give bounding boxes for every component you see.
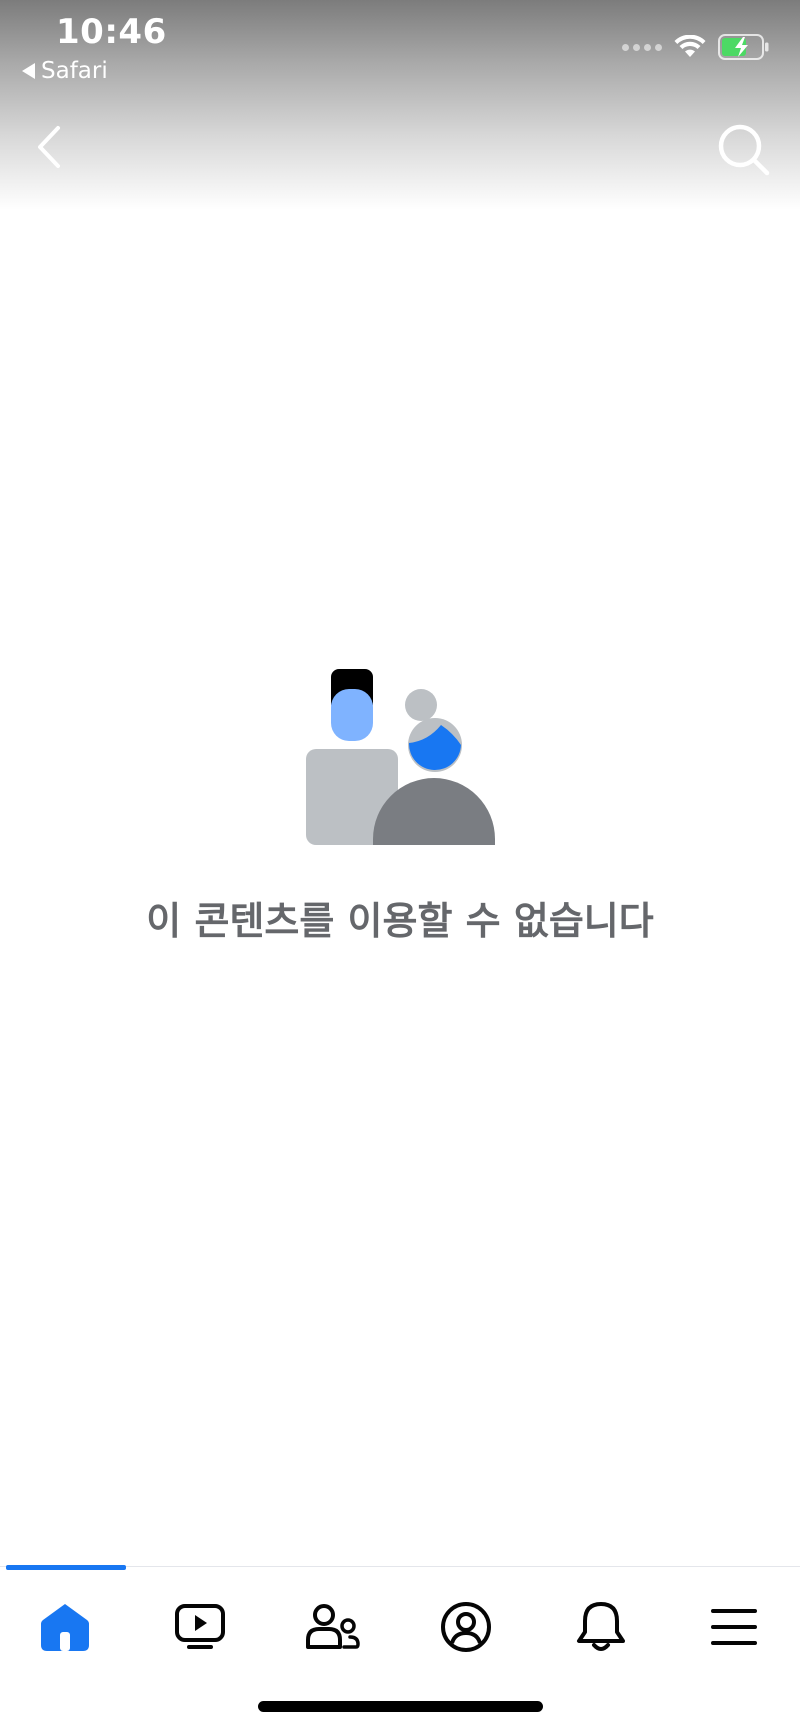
home-indicator[interactable]	[258, 1701, 543, 1712]
tab-notifications[interactable]	[571, 1597, 631, 1657]
status-time: 10:46	[56, 12, 167, 52]
back-to-app-link[interactable]: Safari	[22, 58, 108, 84]
profile-icon	[441, 1602, 491, 1652]
battery-charging-icon	[718, 34, 769, 60]
unavailable-content-illustration	[306, 669, 495, 845]
friends-icon	[306, 1604, 360, 1649]
tab-video[interactable]	[170, 1597, 230, 1657]
active-tab-indicator	[6, 1565, 126, 1570]
search-button[interactable]	[716, 122, 772, 178]
back-button[interactable]	[30, 122, 74, 172]
wifi-icon	[674, 35, 706, 57]
tab-friends[interactable]	[303, 1597, 363, 1657]
unavailable-message: 이 콘텐츠를 이용할 수 없습니다	[146, 899, 654, 943]
bottom-tab-bar	[0, 1565, 800, 1677]
video-icon	[175, 1604, 225, 1649]
menu-icon	[711, 1609, 757, 1645]
tab-menu[interactable]	[704, 1597, 764, 1657]
home-icon	[41, 1604, 89, 1651]
screen: 10:46 Safari 이 콘텐츠를 이용할 수 없습니다	[0, 0, 800, 1733]
status-indicators	[622, 34, 770, 60]
cellular-signal-icon	[622, 43, 662, 51]
back-triangle-icon	[22, 63, 35, 79]
tab-profile[interactable]	[436, 1597, 496, 1657]
tab-home[interactable]	[35, 1597, 95, 1657]
back-app-label: Safari	[41, 58, 108, 84]
bell-icon	[577, 1602, 625, 1651]
